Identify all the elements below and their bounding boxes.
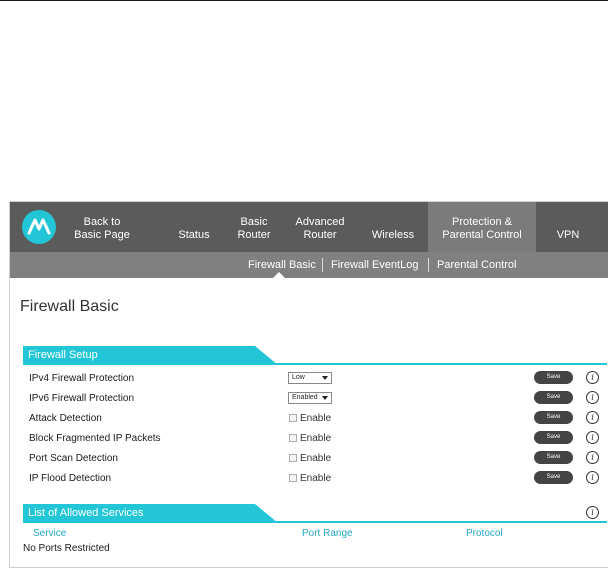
column-header-service: Service — [33, 528, 67, 539]
allowed-services-header: List of Allowed Services i — [23, 504, 607, 523]
save-button[interactable]: Save — [534, 431, 573, 444]
nav-label: Status — [178, 229, 210, 241]
attack-detection-checkbox[interactable] — [289, 414, 297, 422]
ipv6-protection-select[interactable]: Enabled — [288, 392, 332, 404]
sub-nav: Firewall Basic Firewall EventLog Parenta… — [10, 252, 608, 278]
tab-parental-control[interactable]: Parental Control — [437, 252, 517, 278]
nav-status[interactable]: Status — [170, 202, 218, 252]
column-header-protocol: Protocol — [466, 528, 503, 539]
section-title: Firewall Setup — [28, 349, 98, 361]
nav-label: Protection & — [452, 216, 512, 228]
save-button[interactable]: Save — [534, 411, 573, 424]
block-fragmented-checkbox[interactable] — [289, 434, 297, 442]
info-icon[interactable]: i — [586, 411, 599, 424]
setting-row-ip-flood: IP Flood Detection Enable Save i — [23, 468, 607, 488]
nav-advanced-router[interactable]: Advanced Router — [290, 202, 350, 252]
nav-label: Router — [303, 229, 337, 241]
checkbox-label: Enable — [300, 473, 332, 484]
nav-protection-parental[interactable]: Protection & Parental Control — [428, 202, 536, 252]
setting-label: IPv4 Firewall Protection — [29, 373, 135, 384]
ip-flood-checkbox[interactable] — [289, 474, 297, 482]
setting-label: Port Scan Detection — [29, 453, 118, 464]
info-icon[interactable]: i — [586, 451, 599, 464]
nav-basic-router[interactable]: Basic Router — [234, 202, 274, 252]
info-icon[interactable]: i — [586, 371, 599, 384]
top-divider — [0, 0, 608, 1]
section-underline — [23, 521, 607, 523]
setting-row-port-scan: Port Scan Detection Enable Save i — [23, 448, 607, 468]
sub-nav-divider — [322, 258, 323, 272]
section-underline — [23, 363, 607, 365]
chevron-down-icon — [322, 396, 328, 400]
nav-label: Router — [237, 229, 271, 241]
setting-label: Block Fragmented IP Packets — [29, 433, 161, 444]
info-icon[interactable]: i — [586, 506, 599, 519]
ipv4-protection-select[interactable]: Low — [288, 372, 332, 384]
sub-nav-divider — [428, 258, 429, 272]
motorola-logo-icon[interactable] — [22, 210, 56, 244]
checkbox-label: Enable — [300, 453, 332, 464]
empty-services-message: No Ports Restricted — [23, 543, 110, 554]
setting-label: IPv6 Firewall Protection — [29, 393, 135, 404]
setting-label: Attack Detection — [29, 413, 102, 424]
checkbox-label: Enable — [300, 433, 332, 444]
nav-wireless[interactable]: Wireless — [366, 202, 420, 252]
main-nav: Back to Basic Page Status Basic Router Adv… — [10, 202, 608, 252]
tab-firewall-eventlog[interactable]: Firewall EventLog — [331, 252, 418, 278]
nav-label: Basic Page — [74, 229, 130, 241]
chevron-down-icon — [322, 376, 328, 380]
save-button[interactable]: Save — [534, 471, 573, 484]
nav-label: Parental Control — [442, 229, 522, 241]
column-header-port-range: Port Range — [302, 528, 353, 539]
nav-label: VPN — [556, 229, 580, 241]
setting-row-ipv4-firewall: IPv4 Firewall Protection Low Save i — [23, 368, 607, 388]
setting-label: IP Flood Detection — [29, 473, 112, 484]
checkbox-label: Enable — [300, 413, 332, 424]
setting-row-ipv6-firewall: IPv6 Firewall Protection Enabled Save i — [23, 388, 607, 408]
nav-vpn[interactable]: VPN — [546, 202, 590, 252]
info-icon[interactable]: i — [586, 431, 599, 444]
nav-label: Advanced — [295, 216, 345, 228]
setting-row-block-fragmented: Block Fragmented IP Packets Enable Save … — [23, 428, 607, 448]
nav-label: Wireless — [371, 229, 415, 241]
info-icon[interactable]: i — [586, 471, 599, 484]
page-title: Firewall Basic — [20, 298, 119, 315]
nav-label: Basic — [240, 216, 268, 228]
nav-back-to-basic[interactable]: Back to Basic Page — [70, 202, 134, 252]
firewall-setup-header: Firewall Setup — [23, 346, 607, 365]
setting-row-attack-detection: Attack Detection Enable Save i — [23, 408, 607, 428]
router-admin-frame: Back to Basic Page Status Basic Router Adv… — [9, 201, 608, 568]
section-title: List of Allowed Services — [28, 507, 144, 519]
active-tab-caret-icon — [273, 272, 285, 278]
save-button[interactable]: Save — [534, 451, 573, 464]
select-value: Low — [292, 374, 305, 381]
nav-label: Back to — [83, 216, 121, 228]
info-icon[interactable]: i — [586, 391, 599, 404]
select-value: Enabled — [292, 394, 318, 401]
save-button[interactable]: Save — [534, 391, 573, 404]
save-button[interactable]: Save — [534, 371, 573, 384]
port-scan-checkbox[interactable] — [289, 454, 297, 462]
